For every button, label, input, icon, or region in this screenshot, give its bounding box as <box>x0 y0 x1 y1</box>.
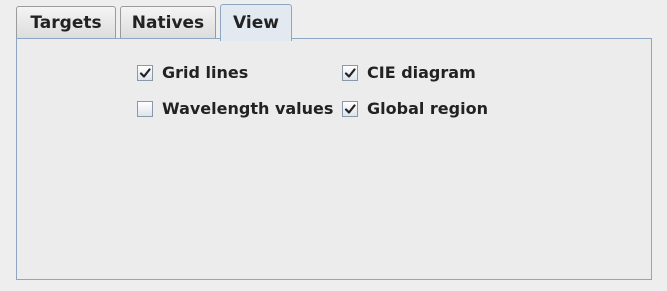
tab-natives[interactable]: Natives <box>120 6 216 39</box>
wavelength-values-label: Wavelength values <box>162 99 334 118</box>
cie-diagram-checkbox[interactable]: CIE diagram <box>342 63 476 82</box>
checkmark-icon <box>344 67 356 78</box>
checkmark-icon <box>344 103 356 114</box>
cie-diagram-label: CIE diagram <box>367 63 476 82</box>
checkbox-box[interactable] <box>342 64 358 81</box>
checkmark-icon <box>139 67 151 78</box>
global-region-label: Global region <box>367 99 488 118</box>
tab-view[interactable]: View <box>220 4 292 41</box>
grid-lines-checkbox[interactable]: Grid lines <box>137 63 248 82</box>
checkbox-box[interactable] <box>137 100 153 117</box>
tab-natives-label: Natives <box>131 13 205 33</box>
tab-view-label: View <box>233 13 279 33</box>
wavelength-values-checkbox[interactable]: Wavelength values <box>137 99 333 118</box>
view-panel: Grid lines Wavelength values CIE diagram… <box>16 38 652 280</box>
grid-lines-label: Grid lines <box>162 63 249 82</box>
tab-targets[interactable]: Targets <box>16 6 116 39</box>
checkbox-box[interactable] <box>342 100 358 117</box>
global-region-checkbox[interactable]: Global region <box>342 99 488 118</box>
tab-targets-label: Targets <box>30 13 102 33</box>
checkbox-box[interactable] <box>137 64 153 81</box>
